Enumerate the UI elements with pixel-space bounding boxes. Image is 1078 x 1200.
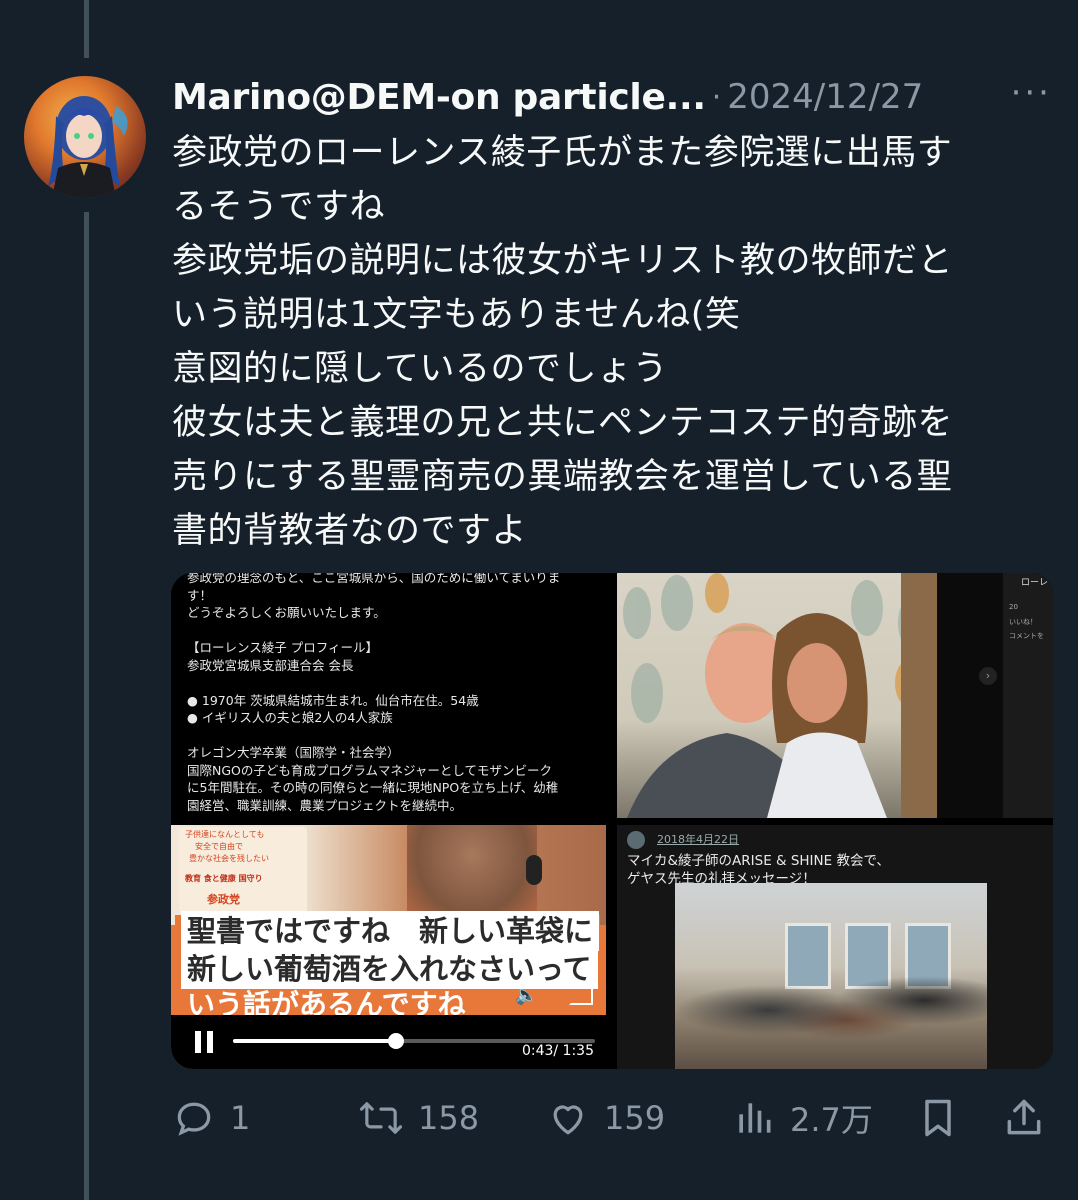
banner-tags: 教育 食と健康 国守り bbox=[185, 874, 263, 883]
post-line: マイカ&綾子師のARISE & SHINE 教会で、 bbox=[627, 853, 890, 869]
video-banner: 子供達になんとしても 安全で自由で 豊かな社会を残したい 教育 食と健康 国守り… bbox=[179, 827, 307, 915]
banner-line: 安全で自由で bbox=[195, 842, 243, 851]
caption-line: 聖書ではですね 新しい革袋に bbox=[181, 911, 600, 951]
action-bar: 1 158 159 2.7万 bbox=[172, 1088, 1052, 1148]
reply-count: 1 bbox=[230, 1099, 251, 1137]
profile-line: 参政党宮城県支部連合会 会長 bbox=[187, 657, 354, 673]
profile-line: 国際NGOの子ども育成プログラムマネジャーとしてモザンビーク bbox=[187, 762, 553, 778]
profile-line bbox=[187, 622, 597, 640]
tweet-line: 彼女は夫と義理の兄と共にペンテコステ的奇跡を bbox=[172, 403, 954, 443]
banner-line: 豊かな社会を残したい bbox=[189, 854, 269, 863]
post-avatar bbox=[627, 831, 645, 849]
profile-line: 【ローレンス綾子 プロフィール】 bbox=[187, 640, 378, 655]
tweet-text: 参政党のローレンス綾子氏がまた参院選に出馬す るそうですね 参政党垢の説明には彼… bbox=[172, 126, 1052, 558]
video-scrubber-handle[interactable] bbox=[387, 1033, 404, 1049]
share-button[interactable] bbox=[1002, 1088, 1046, 1148]
post-date: 2018年4月22日 bbox=[657, 833, 739, 846]
author-name[interactable]: Marino@DEM-on particle... bbox=[172, 77, 706, 118]
video-controls: 0:43/ 1:35 bbox=[171, 1015, 606, 1069]
reply-icon bbox=[177, 1102, 211, 1136]
tweet-line: 参政党のローレンス綾子氏がまた参院選に出馬す bbox=[172, 133, 953, 173]
pause-icon[interactable] bbox=[195, 1031, 215, 1053]
profile-line: ● 1970年 茨城県結城市生まれ。仙台市在住。54歳 bbox=[187, 692, 479, 708]
media-grid: 参政党の理念のもと、ここ宮城県から、国のために働いてまいりま す！ どうぞよろし… bbox=[171, 573, 1053, 1069]
speaker bbox=[407, 825, 537, 925]
volume-icon[interactable]: 🔈 bbox=[515, 985, 537, 1006]
reply-button[interactable]: 1 bbox=[172, 1088, 250, 1148]
congregation bbox=[675, 971, 987, 1069]
tweet-line: 書的背教者なのですよ bbox=[172, 511, 528, 551]
media-church-post[interactable]: 2018年4月22日 マイカ&綾子師のARISE & SHINE 教会で、 ゲヤ… bbox=[617, 825, 1053, 1069]
video-progress-fill bbox=[233, 1039, 396, 1043]
profile-line: ● イギリス人の夫と娘2人の4人家族 bbox=[187, 710, 393, 725]
tweet-line: 参政党垢の説明には彼女がキリスト教の牧師だと bbox=[172, 241, 954, 281]
video-frame: 子供達になんとしても 安全で自由で 豊かな社会を残したい 教育 食と健康 国守り… bbox=[171, 825, 606, 925]
thread-line-top bbox=[84, 0, 89, 58]
bookmark-button[interactable] bbox=[916, 1088, 960, 1148]
more-options-icon[interactable]: ··· bbox=[1011, 76, 1052, 110]
profile-line: 参政党の理念のもと、ここ宮城県から、国のために働いてまいりま bbox=[187, 573, 561, 585]
profile-line: す！ bbox=[187, 587, 213, 603]
retweet-icon bbox=[359, 1102, 403, 1134]
fb-author-name: ローレ bbox=[1021, 578, 1049, 588]
profile-text: 参政党の理念のもと、ここ宮城県から、国のために働いてまいりま す！ どうぞよろし… bbox=[187, 573, 597, 814]
tweet-line: 売りにする聖霊商売の異端教会を運営している聖 bbox=[172, 457, 953, 497]
thread-line-bottom bbox=[84, 212, 89, 1200]
tweet-line: いう説明は1文字もありませんね(笑 bbox=[172, 295, 741, 335]
caption-line: 新しい葡萄酒を入れなさいって bbox=[181, 949, 598, 989]
fb-comment-field: コメントを bbox=[1009, 632, 1044, 640]
share-icon bbox=[1007, 1099, 1041, 1135]
retweet-count: 158 bbox=[418, 1099, 480, 1137]
fb-like-label: いいね！ bbox=[1009, 618, 1037, 626]
sanseito-logo: 参政党 bbox=[207, 893, 240, 906]
profile-line: オレゴン大学卒業（国際学・社会学） bbox=[187, 745, 400, 760]
media-couple-photo[interactable]: › ローレ 20 いいね！ コメントを bbox=[617, 573, 1053, 818]
like-button[interactable]: 159 bbox=[546, 1088, 665, 1148]
profile-line bbox=[187, 674, 597, 692]
media-video[interactable]: 子供達になんとしても 安全で自由で 豊かな社会を残したい 教育 食と健康 国守り… bbox=[171, 825, 606, 1069]
heart-icon bbox=[553, 1105, 583, 1135]
church-room-photo bbox=[675, 883, 987, 1069]
retweet-button[interactable]: 158 bbox=[358, 1088, 479, 1148]
tweet-line: 意図的に隠しているのでしょう bbox=[172, 349, 668, 389]
next-photo-icon[interactable]: › bbox=[979, 667, 997, 685]
like-count: 159 bbox=[604, 1099, 666, 1137]
fullscreen-icon[interactable] bbox=[569, 983, 593, 1005]
views-button[interactable]: 2.7万 bbox=[732, 1088, 873, 1148]
header-separator: · bbox=[711, 79, 722, 115]
tweet-date[interactable]: 2024/12/27 bbox=[727, 77, 923, 117]
profile-line bbox=[187, 727, 597, 745]
profile-line: 園経営、職業訓練、農業プロジェクトを継続中。 bbox=[187, 797, 463, 813]
profile-line: に5年間駐在。その時の同僚らと一緒に現地NPOを立ち上げ、幼稚 bbox=[187, 780, 559, 795]
avatar[interactable] bbox=[24, 76, 146, 198]
analytics-icon bbox=[739, 1103, 771, 1133]
microphone bbox=[526, 855, 542, 885]
bookmark-icon bbox=[925, 1099, 951, 1137]
video-time: 0:43/ 1:35 bbox=[521, 1043, 594, 1059]
view-count: 2.7万 bbox=[790, 1101, 873, 1139]
profile-line: どうぞよろしくお願いいたします。 bbox=[187, 605, 386, 620]
media-profile-screenshot[interactable]: 参政党の理念のもと、ここ宮城県から、国のために働いてまいりま す！ どうぞよろし… bbox=[171, 573, 606, 818]
fb-reaction-count: 20 bbox=[1009, 603, 1018, 611]
banner-line: 子供達になんとしても bbox=[185, 830, 265, 839]
couple-photo bbox=[617, 573, 937, 818]
tweet-line: るそうですね bbox=[172, 187, 386, 227]
tweet-header: Marino@DEM-on particle... · 2024/12/27 ·… bbox=[172, 74, 1052, 120]
